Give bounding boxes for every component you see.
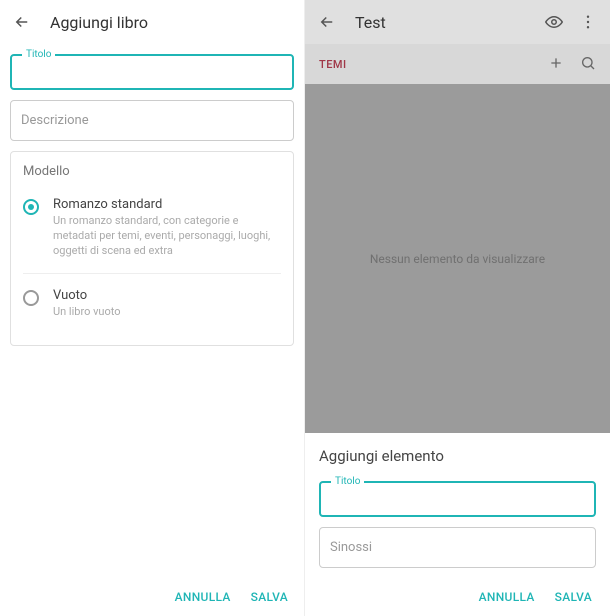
radio-icon[interactable] (23, 199, 39, 215)
appbar: Test (305, 0, 610, 44)
visibility-icon[interactable] (544, 12, 564, 32)
element-title-input[interactable]: Titolo (319, 481, 596, 517)
back-icon[interactable] (317, 12, 337, 32)
model-option-empty[interactable]: Vuoto Un libro vuoto (23, 273, 281, 334)
add-book-panel: Aggiungi libro Titolo Descrizione Modell… (0, 0, 305, 616)
search-icon[interactable] (580, 55, 596, 74)
synopsis-placeholder: Sinossi (330, 540, 372, 555)
sheet-footer: ANNULLA SALVA (319, 578, 596, 616)
element-title-label: Titolo (331, 476, 364, 487)
back-icon[interactable] (12, 12, 32, 32)
model-option-title: Vuoto (53, 288, 281, 303)
cancel-button[interactable]: ANNULLA (175, 590, 231, 604)
save-button[interactable]: SALVA (555, 590, 592, 604)
sheet-title: Aggiungi elemento (319, 447, 596, 465)
appbar-title: Test (355, 13, 526, 32)
model-heading: Modello (23, 164, 281, 179)
save-button[interactable]: SALVA (251, 590, 288, 604)
themes-bar: TEMI (305, 44, 610, 84)
footer: ANNULLA SALVA (0, 578, 304, 616)
themes-label: TEMI (319, 58, 347, 71)
empty-text: Nessun elemento da visualizzare (370, 252, 545, 266)
cancel-button[interactable]: ANNULLA (479, 590, 535, 604)
add-icon[interactable] (548, 55, 564, 74)
test-panel: Test TEMI Nessun elemento da visualizzar… (305, 0, 610, 616)
model-option-title: Romanzo standard (53, 197, 281, 212)
description-placeholder: Descrizione (21, 113, 89, 128)
model-option-standard[interactable]: Romanzo standard Un romanzo standard, co… (23, 191, 281, 273)
appbar-title: Aggiungi libro (50, 13, 292, 32)
title-input-label: Titolo (22, 49, 55, 60)
radio-icon[interactable] (23, 290, 39, 306)
add-element-sheet: Aggiungi elemento Titolo Sinossi ANNULLA… (305, 433, 610, 616)
empty-state: Nessun elemento da visualizzare (305, 84, 610, 433)
model-card: Modello Romanzo standard Un romanzo stan… (10, 151, 294, 346)
synopsis-input[interactable]: Sinossi (319, 527, 596, 568)
model-option-desc: Un libro vuoto (53, 305, 281, 320)
more-icon[interactable] (578, 12, 598, 32)
appbar: Aggiungi libro (0, 0, 304, 44)
description-input[interactable]: Descrizione (10, 100, 294, 141)
content: Titolo Descrizione Modello Romanzo stand… (0, 44, 304, 578)
model-option-desc: Un romanzo standard, con categorie e met… (53, 214, 281, 259)
title-input[interactable]: Titolo (10, 54, 294, 90)
